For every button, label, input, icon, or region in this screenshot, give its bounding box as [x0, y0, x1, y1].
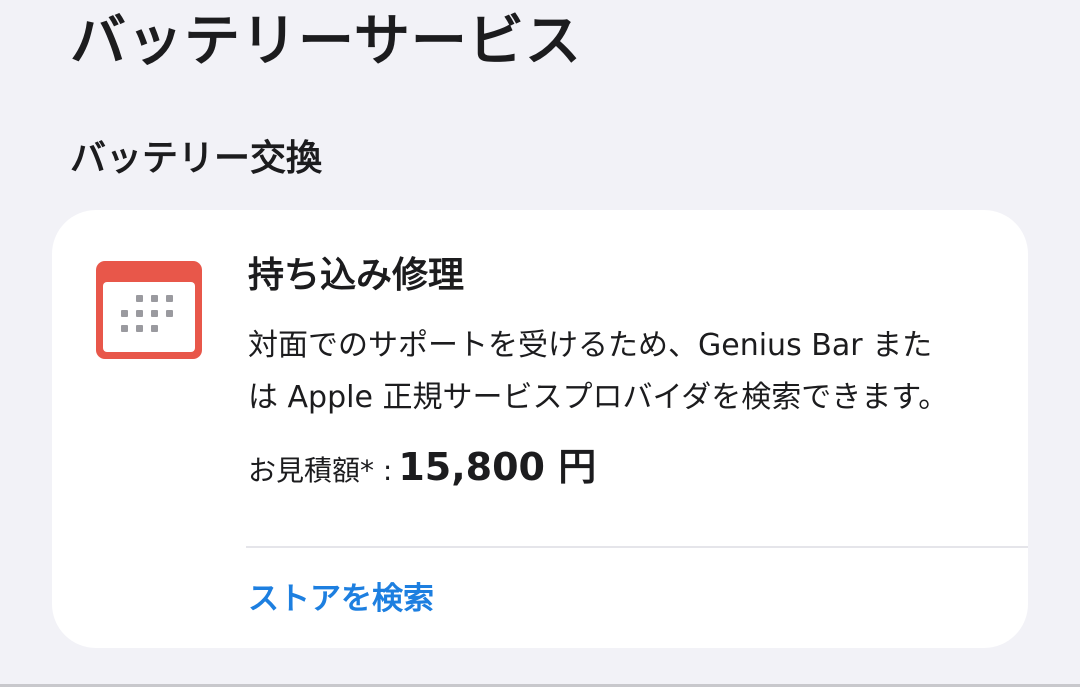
option-description: 対面でのサポートを受けるため、Genius Bar また は Apple 正規サ…	[248, 320, 1008, 424]
option-title: 持ち込み修理	[248, 255, 465, 296]
carry-in-repair-card: 持ち込み修理 対面でのサポートを受けるため、Genius Bar また は Ap…	[52, 210, 1028, 648]
page-title: バッテリーサービス	[70, 9, 582, 74]
price-value: 15,800 円	[398, 445, 597, 489]
option-description-line-2: は Apple 正規サービスプロバイダを検索できます。	[248, 380, 949, 415]
section-heading: バッテリー交換	[70, 138, 323, 179]
price-label: お見積額* :	[248, 454, 393, 487]
divider	[246, 546, 1028, 548]
calendar-icon	[96, 261, 202, 359]
option-description-line-1: 対面でのサポートを受けるため、Genius Bar また	[248, 328, 933, 363]
find-store-link[interactable]: ストアを検索	[248, 574, 434, 624]
price-row: お見積額* : 15,800 円	[248, 436, 597, 489]
